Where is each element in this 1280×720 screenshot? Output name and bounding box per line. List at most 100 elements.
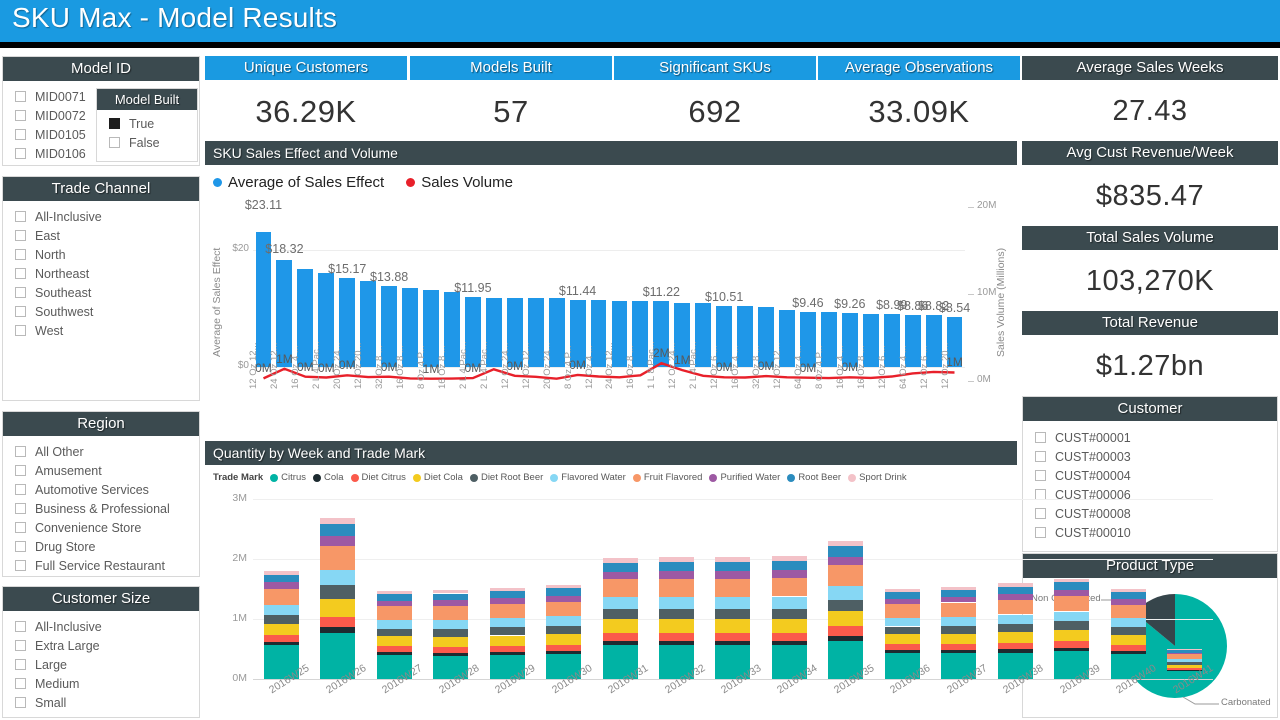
stacked-bar-segment[interactable]	[263, 582, 299, 589]
checkbox-icon[interactable]	[15, 697, 26, 708]
stacked-bar-segment[interactable]	[489, 645, 525, 652]
stacked-bar-segment[interactable]	[715, 632, 751, 642]
stacked-bar-segment[interactable]	[320, 545, 356, 570]
slicer-customer-size-item[interactable]: Medium	[3, 674, 199, 693]
slicer-customer-item[interactable]: CUST#00004	[1023, 466, 1277, 485]
checkbox-icon[interactable]	[1035, 470, 1046, 481]
stacked-bar-segment[interactable]	[884, 604, 920, 618]
stacked-bar-segment[interactable]	[1167, 661, 1203, 665]
stacked-bar-segment[interactable]	[263, 571, 299, 575]
stacked-bar-segment[interactable]	[433, 593, 469, 601]
checkbox-icon[interactable]	[15, 640, 26, 651]
checkbox-icon[interactable]	[15, 129, 26, 140]
stacked-bar-segment[interactable]	[602, 562, 638, 572]
legend-item[interactable]: Flavored Water	[550, 472, 626, 483]
stacked-bar-segment[interactable]	[997, 642, 1033, 650]
stacked-bar-segment[interactable]	[828, 626, 864, 636]
slicer-trade-channel[interactable]: Trade Channel All-Inclusive East North Nort…	[2, 176, 200, 401]
slicer-region-item[interactable]: Full Service Restaurant	[3, 556, 199, 575]
stacked-bar-segment[interactable]	[659, 571, 695, 579]
stacked-bar-segment[interactable]	[320, 523, 356, 536]
stacked-bar-segment[interactable]	[433, 606, 469, 621]
legend-item[interactable]: Citrus	[270, 472, 306, 483]
checkbox-icon[interactable]	[15, 287, 26, 298]
checkbox-checked-icon[interactable]	[109, 118, 120, 129]
checkbox-icon[interactable]	[15, 148, 26, 159]
stacked-bar-segment[interactable]	[376, 594, 412, 601]
stacked-bar-segment[interactable]	[941, 633, 977, 644]
slicer-customer-item[interactable]: CUST#00003	[1023, 447, 1277, 466]
checkbox-icon[interactable]	[15, 484, 26, 495]
stacked-bar-segment[interactable]	[263, 623, 299, 636]
stacked-bar-segment[interactable]	[771, 619, 807, 633]
stacked-bar-segment[interactable]	[771, 641, 807, 646]
stacked-bar-segment[interactable]	[884, 617, 920, 627]
slicer-customer-size-item[interactable]: Small	[3, 693, 199, 712]
stacked-bar-segment[interactable]	[715, 561, 751, 571]
slicer-region-item[interactable]: Business & Professional	[3, 499, 199, 518]
legend-item[interactable]: Fruit Flavored	[632, 472, 702, 483]
legend-item[interactable]: Purified Water	[709, 472, 780, 483]
stacked-bar-segment[interactable]	[320, 535, 356, 546]
stacked-bar-segment[interactable]	[884, 598, 920, 605]
stacked-bar-segment[interactable]	[1167, 650, 1203, 653]
slicer-trade-channel-item[interactable]: Southeast	[3, 283, 199, 302]
chart-sku-legend[interactable]: Average of Sales Effect Sales Volume	[213, 174, 513, 191]
stacked-bar-segment[interactable]	[828, 540, 864, 547]
stacked-bar-segment[interactable]	[320, 599, 356, 617]
slicer-customer-item[interactable]: CUST#00001	[1023, 428, 1277, 447]
slicer-model-built[interactable]: Model Built True False	[96, 88, 198, 162]
stacked-bar-segment[interactable]	[715, 619, 751, 633]
stacked-bar-segment[interactable]	[489, 604, 525, 619]
stacked-bar-segment[interactable]	[828, 565, 864, 586]
checkbox-icon[interactable]	[15, 446, 26, 457]
stacked-bar-segment[interactable]	[997, 583, 1033, 587]
stacked-bar-segment[interactable]	[376, 591, 412, 595]
stacked-bar-segment[interactable]	[1054, 630, 1090, 641]
stacked-bar-segment[interactable]	[1167, 649, 1203, 651]
stacked-bar-segment[interactable]	[771, 632, 807, 642]
stacked-bar-segment[interactable]	[263, 635, 299, 642]
stacked-bar-segment[interactable]	[941, 625, 977, 634]
checkbox-icon[interactable]	[15, 522, 26, 533]
chart-quantity-plot[interactable]: 0M 1M 2M 3M 2016W25 2016W26 2016W27 2016W28 2016…	[205, 489, 1215, 718]
stacked-bar-segment[interactable]	[1110, 604, 1146, 619]
stacked-bar-segment[interactable]	[489, 590, 525, 598]
slicer-customer-list[interactable]: CUST#00001 CUST#00003 CUST#00004 CUST#00006…	[1023, 421, 1277, 542]
checkbox-icon[interactable]	[109, 137, 120, 148]
checkbox-icon[interactable]	[1035, 508, 1046, 519]
stacked-bar-segment[interactable]	[771, 596, 807, 609]
checkbox-icon[interactable]	[15, 560, 26, 571]
stacked-bar-segment[interactable]	[828, 586, 864, 600]
checkbox-icon[interactable]	[15, 306, 26, 317]
stacked-bar-segment[interactable]	[433, 590, 469, 594]
stacked-bar-segment[interactable]	[715, 571, 751, 579]
checkbox-icon[interactable]	[15, 659, 26, 670]
checkbox-icon[interactable]	[15, 249, 26, 260]
legend-item[interactable]: Diet Citrus	[350, 472, 406, 483]
stacked-bar-segment[interactable]	[659, 641, 695, 646]
stacked-bar-segment[interactable]	[715, 578, 751, 597]
checkbox-icon[interactable]	[15, 91, 26, 102]
stacked-bar-segment[interactable]	[997, 614, 1033, 624]
stacked-bar-segment[interactable]	[546, 601, 582, 617]
stacked-bar-segment[interactable]	[263, 604, 299, 615]
slicer-region-item[interactable]: All Other	[3, 442, 199, 461]
stacked-bar-segment[interactable]	[263, 574, 299, 583]
checkbox-icon[interactable]	[15, 465, 26, 476]
slicer-customer-item[interactable]: CUST#00008	[1023, 504, 1277, 523]
slicer-trade-channel-item[interactable]: North	[3, 245, 199, 264]
legend-item[interactable]: Cola	[312, 472, 344, 483]
stacked-bar-segment[interactable]	[715, 641, 751, 646]
slicer-region-item[interactable]: Drug Store	[3, 537, 199, 556]
stacked-bar-segment[interactable]	[376, 636, 412, 646]
stacked-bar-segment[interactable]	[376, 606, 412, 621]
stacked-bar-segment[interactable]	[1110, 588, 1146, 592]
stacked-bar-segment[interactable]	[1110, 651, 1146, 655]
stacked-bar-segment[interactable]	[320, 569, 356, 586]
slicer-customer-size-item[interactable]: Extra Large	[3, 636, 199, 655]
stacked-bar-segment[interactable]	[263, 614, 299, 624]
slicer-customer-size-item[interactable]: All-Inclusive	[3, 617, 199, 636]
stacked-bar-segment[interactable]	[602, 640, 638, 645]
legend-item[interactable]: Sales Volume	[406, 174, 513, 191]
